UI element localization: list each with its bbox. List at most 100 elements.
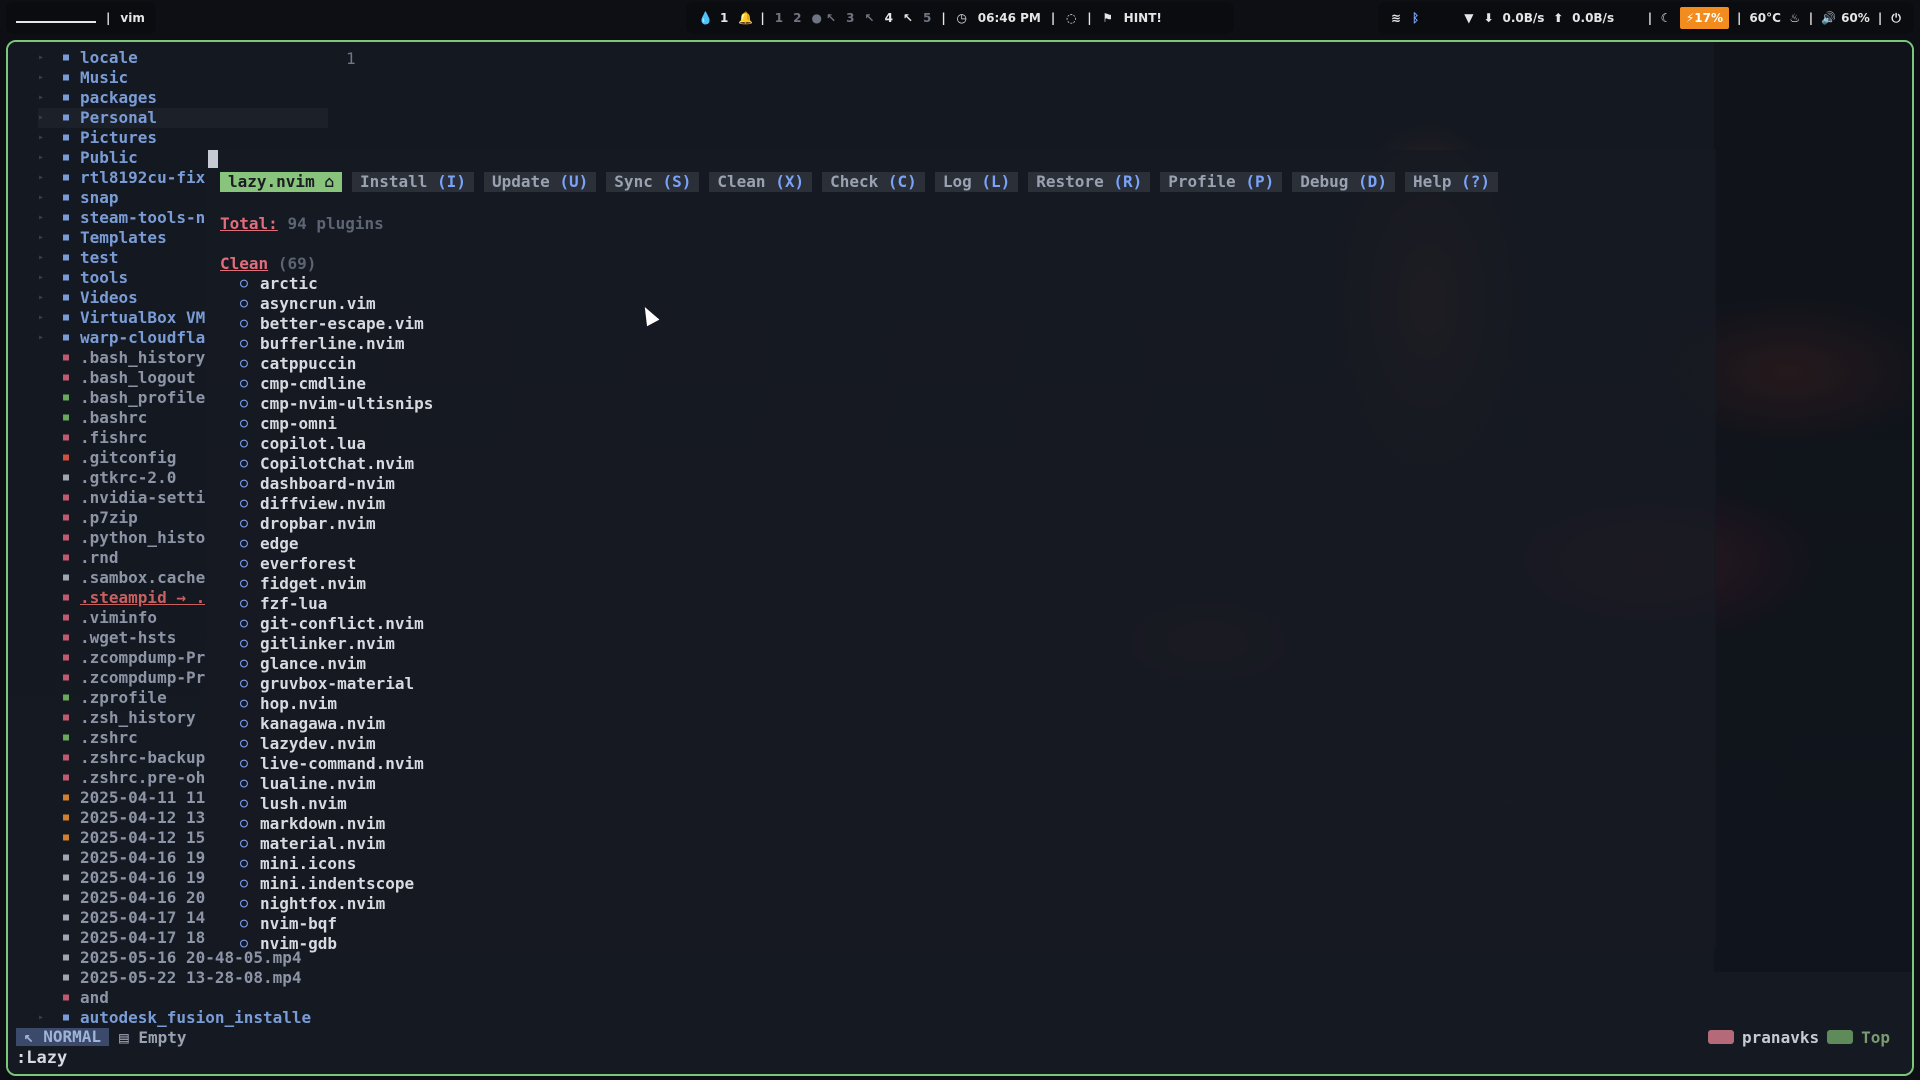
tree-folder[interactable]: ▸ ■ Pictures xyxy=(38,128,328,148)
expand-arrow-icon[interactable]: ▸ xyxy=(38,108,52,128)
plugin-item[interactable]: ○ lush.nvim xyxy=(240,794,433,814)
plugin-item[interactable]: ○ dropbar.nvim xyxy=(240,514,433,534)
plugin-item[interactable]: ○ nvim-gdb xyxy=(240,934,433,954)
bluetooth-icon[interactable]: ᛒ xyxy=(1410,11,1422,25)
command-line[interactable]: :Lazy xyxy=(16,1048,67,1068)
plugin-item[interactable]: ○ nvim-bqf xyxy=(240,914,433,934)
tab-sync[interactable]: Sync (S) xyxy=(606,172,700,192)
plugin-item[interactable]: ○ everforest xyxy=(240,554,433,574)
tab-help[interactable]: Help (?) xyxy=(1404,172,1499,192)
terminal-window[interactable]: ▸ ■ locale ▸ ■ Music ▸ ■ packages ▸ ■ Personal ▸ ■ Pic… xyxy=(6,40,1914,1076)
plugin-item[interactable]: ○ diffview.nvim xyxy=(240,494,433,514)
plugin-item[interactable]: ○ cmp-cmdline xyxy=(240,374,433,394)
tab-log[interactable]: Log (L) xyxy=(934,172,1019,192)
plugin-item[interactable]: ○ mini.indentscope xyxy=(240,874,433,894)
tab-profile[interactable]: Profile (P) xyxy=(1160,172,1283,192)
tab-restore[interactable]: Restore (R) xyxy=(1028,172,1151,192)
plugin-item[interactable]: ○ nightfox.nvim xyxy=(240,894,433,914)
plugin-item[interactable]: ○ live-command.nvim xyxy=(240,754,433,774)
tree-folder[interactable]: ▸ ■ Personal xyxy=(38,108,328,128)
workspace-indicator[interactable]: | vim xyxy=(6,2,156,34)
plugin-item[interactable]: ○ CopilotChat.nvim xyxy=(240,454,433,474)
expand-arrow-icon[interactable]: ▸ xyxy=(38,148,52,168)
tab-update[interactable]: Update (U) xyxy=(483,172,597,192)
plugin-item[interactable]: ○ bufferline.nvim xyxy=(240,334,433,354)
workspace-2[interactable]: 2 xyxy=(793,11,801,25)
plugin-item[interactable]: ○ mini.icons xyxy=(240,854,433,874)
plugin-item[interactable]: ○ glance.nvim xyxy=(240,654,433,674)
bell-icon[interactable]: 🔔 xyxy=(738,11,753,25)
plugin-item[interactable]: ○ gruvbox-material xyxy=(240,674,433,694)
plugin-item[interactable]: ○ cmp-omni xyxy=(240,414,433,434)
expand-arrow-icon[interactable]: ▸ xyxy=(38,268,52,288)
workspace-1[interactable]: 1 xyxy=(775,11,783,25)
tab-clean[interactable]: Clean (X) xyxy=(709,172,813,192)
tab-home[interactable]: lazy.nvim ⌂ xyxy=(220,172,342,192)
tree-item-label: .bash_history xyxy=(80,348,206,367)
battery-indicator[interactable]: ⚡17% xyxy=(1679,7,1730,29)
plugin-item[interactable]: ○ arctic xyxy=(240,274,433,294)
plugin-item[interactable]: ○ hop.nvim xyxy=(240,694,433,714)
expand-arrow-icon[interactable]: ▸ xyxy=(38,248,52,268)
expand-arrow-icon[interactable]: ▸ xyxy=(38,308,52,328)
notification-count[interactable]: 1 xyxy=(720,11,728,25)
tree-folder[interactable]: ▸ ■ packages xyxy=(38,88,328,108)
plugin-item[interactable]: ○ lazydev.nvim xyxy=(240,734,433,754)
clock-time[interactable]: 06:46 PM xyxy=(978,11,1041,25)
tree-folder[interactable]: ▸ ■ locale xyxy=(38,48,328,68)
section-label[interactable]: Clean xyxy=(220,254,268,273)
plugin-item[interactable]: ○ asyncrun.vim xyxy=(240,294,433,314)
expand-arrow-icon[interactable]: ▸ xyxy=(38,68,52,88)
expand-arrow-icon[interactable]: ▸ xyxy=(38,48,52,68)
hint-label[interactable]: HINT! xyxy=(1124,11,1162,25)
plugin-item[interactable]: ○ git-conflict.nvim xyxy=(240,614,433,634)
expand-arrow-icon[interactable]: ▸ xyxy=(38,1008,52,1028)
circle-icon: ○ xyxy=(240,416,248,431)
volume-icon[interactable]: 🔊 xyxy=(1821,11,1836,25)
eye-off-icon[interactable]: ◌ xyxy=(1065,11,1077,25)
tab-check[interactable]: Check (C) xyxy=(822,172,925,192)
expand-arrow-icon[interactable]: ▸ xyxy=(38,288,52,308)
workspace-5[interactable]: 5 xyxy=(923,11,931,25)
plugin-item[interactable]: ○ cmp-nvim-ultisnips xyxy=(240,394,433,414)
plugin-item[interactable]: ○ dashboard-nvim xyxy=(240,474,433,494)
plugin-item[interactable]: ○ copilot.lua xyxy=(240,434,433,454)
tree-folder[interactable]: ▸ ■ Music xyxy=(38,68,328,88)
tree-item-label: .viminfo xyxy=(80,608,158,627)
moon-icon[interactable]: ☾ xyxy=(1660,11,1672,25)
plugin-item[interactable]: ○ fidget.nvim xyxy=(240,574,433,594)
plugin-item[interactable]: ○ material.nvim xyxy=(240,834,433,854)
plugin-item[interactable]: ○ fzf-lua xyxy=(240,594,433,614)
expand-arrow-icon[interactable]: ▸ xyxy=(38,88,52,108)
tree-file[interactable]: ■ 2025-05-22 13-28-08.mp4 xyxy=(38,968,328,988)
folder-icon xyxy=(1708,1030,1735,1044)
tab-install[interactable]: Install (I) xyxy=(351,172,474,192)
tree-item-label: VirtualBox VM xyxy=(80,308,206,327)
tab-key: (D) xyxy=(1358,172,1387,191)
plugin-item[interactable]: ○ catppuccin xyxy=(240,354,433,374)
tree-item-label: autodesk_fusion_installe xyxy=(80,1008,312,1027)
tree-file[interactable]: ■ and xyxy=(38,988,328,1008)
tab-key: (S) xyxy=(662,172,692,191)
wifi-icon[interactable]: ≋ xyxy=(1390,11,1402,25)
tab-debug[interactable]: Debug (D) xyxy=(1292,172,1395,192)
expand-arrow-icon[interactable]: ▸ xyxy=(38,128,52,148)
tree-folder[interactable]: ▸ ■ autodesk_fusion_installe xyxy=(38,1008,328,1028)
workspace-4[interactable]: 4 xyxy=(885,11,893,25)
power-icon[interactable]: ⏻ xyxy=(1890,11,1902,26)
plugin-item[interactable]: ○ lualine.nvim xyxy=(240,774,433,794)
plugin-item[interactable]: ○ markdown.nvim xyxy=(240,814,433,834)
expand-arrow-icon[interactable]: ▸ xyxy=(38,188,52,208)
expand-arrow-icon[interactable]: ▸ xyxy=(38,228,52,248)
drop-icon[interactable]: 💧 xyxy=(698,11,713,25)
plugin-item[interactable]: ○ gitlinker.nvim xyxy=(240,634,433,654)
expand-arrow-icon[interactable]: ▸ xyxy=(38,208,52,228)
expand-arrow-icon[interactable]: ▸ xyxy=(38,328,52,348)
volume-level[interactable]: 60% xyxy=(1841,11,1870,25)
plugin-item[interactable]: ○ kanagawa.nvim xyxy=(240,714,433,734)
workspace-3[interactable]: 3 xyxy=(846,11,854,25)
tab-label: Check xyxy=(830,172,879,191)
plugin-item[interactable]: ○ better-escape.vim xyxy=(240,314,433,334)
plugin-item[interactable]: ○ edge xyxy=(240,534,433,554)
expand-arrow-icon[interactable]: ▸ xyxy=(38,168,52,188)
